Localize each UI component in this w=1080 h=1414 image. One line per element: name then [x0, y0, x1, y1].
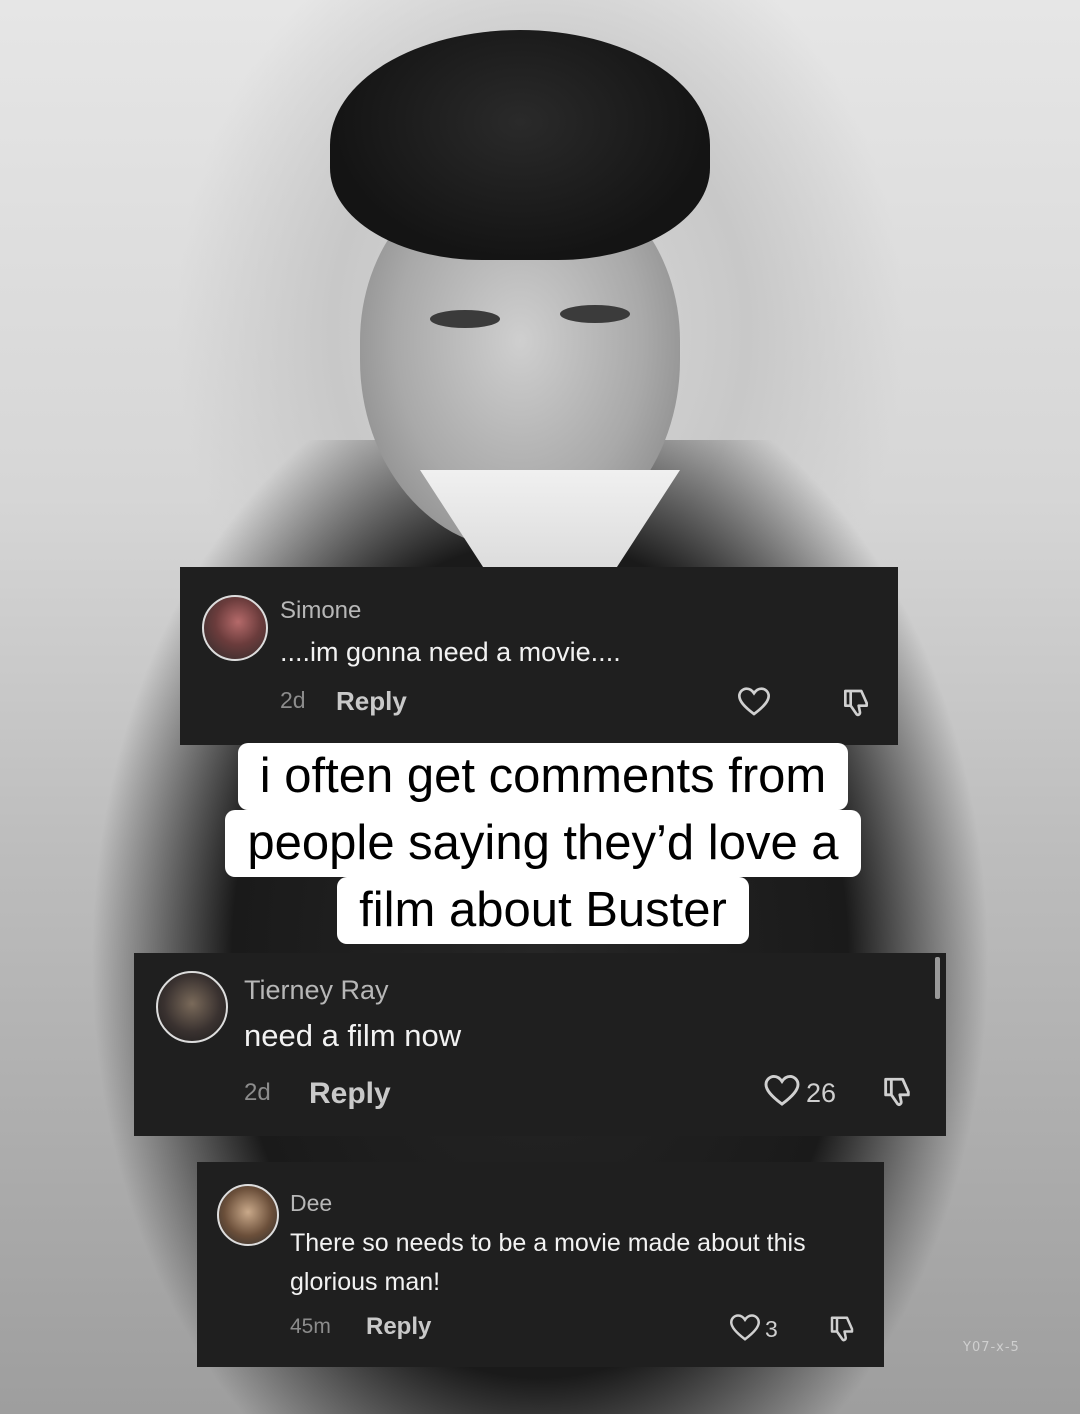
comment-text: need a film now — [244, 1018, 462, 1053]
avatar[interactable] — [156, 971, 228, 1043]
thumbs-down-icon[interactable] — [880, 1075, 914, 1114]
comment-age: 2d — [280, 687, 306, 713]
heart-outline-icon[interactable] — [729, 1314, 761, 1347]
comment-text: There so needs to be a movie made about … — [290, 1229, 806, 1296]
reply-button[interactable]: Reply — [366, 1313, 431, 1341]
caption-overlay: i often get comments from people saying … — [172, 743, 914, 944]
reply-button[interactable]: Reply — [309, 1077, 391, 1111]
reply-button[interactable]: Reply — [336, 686, 407, 717]
comment-author[interactable]: Dee — [290, 1190, 332, 1217]
caption-line-3: film about Buster — [337, 877, 749, 944]
left-eye-shape — [430, 310, 500, 328]
scrollbar[interactable] — [935, 957, 940, 999]
comment-card-tierney-ray: Tierney Ray need a film now 2d Reply 26 — [134, 953, 946, 1136]
comment-author[interactable]: Tierney Ray — [244, 975, 389, 1006]
like-count: 26 — [806, 1078, 837, 1108]
comment-card-simone: Simone ....im gonna need a movie.... 2d … — [180, 567, 898, 745]
comment-text: ....im gonna need a movie.... — [280, 637, 621, 667]
avatar[interactable] — [217, 1184, 279, 1246]
comment-age: 45m — [290, 1315, 331, 1338]
photo-stamp: Y07-x-5 — [963, 1340, 1020, 1355]
thumbs-down-icon[interactable] — [827, 1314, 857, 1349]
hair-shape — [330, 30, 710, 260]
heart-outline-icon[interactable] — [764, 1074, 800, 1112]
comment-author[interactable]: Simone — [280, 597, 361, 625]
heart-outline-icon[interactable] — [737, 687, 771, 722]
thumbs-down-icon[interactable] — [840, 687, 872, 724]
right-eye-shape — [560, 305, 630, 323]
like-count: 3 — [765, 1316, 778, 1342]
comment-card-dee: Dee There so needs to be a movie made ab… — [197, 1162, 884, 1367]
comment-age: 2d — [244, 1079, 271, 1106]
caption-line-2: people saying they’d love a — [225, 810, 861, 877]
caption-line-1: i often get comments from — [237, 743, 849, 810]
avatar[interactable] — [202, 595, 268, 661]
